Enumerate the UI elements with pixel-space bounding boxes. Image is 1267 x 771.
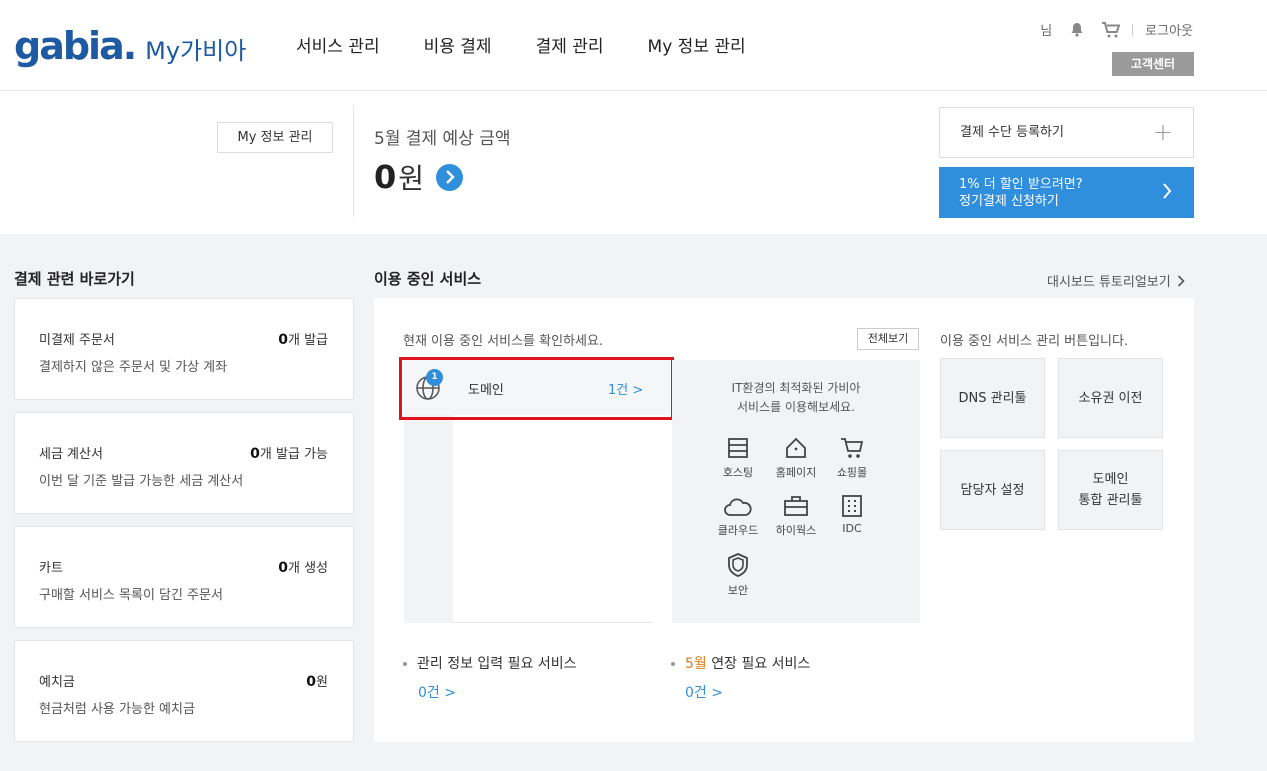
- highlight-box: [399, 357, 674, 420]
- chevron-right-icon: [1177, 274, 1185, 287]
- nav-cost-payment[interactable]: 비용 결제: [424, 36, 492, 58]
- hosting-icon: [728, 438, 748, 458]
- logout-link[interactable]: 로그아웃: [1145, 20, 1193, 39]
- divider: [1132, 23, 1134, 36]
- dns-management-button[interactable]: DNS 관리툴: [940, 358, 1045, 438]
- payment-register-label: 결제 수단 등록하기: [960, 125, 1064, 140]
- chevron-right-icon: [445, 170, 455, 184]
- promo-line-2: 정기결제 신청하기: [959, 194, 1059, 209]
- estimate-label: 5월 결제 예상 금액: [374, 129, 511, 149]
- utility-bar: 님 로그아웃: [1040, 20, 1193, 39]
- view-all-button[interactable]: 전체보기: [857, 328, 919, 350]
- domain-integrated-tool-button[interactable]: 도메인 통합 관리툴: [1058, 450, 1163, 530]
- my-gabia-title[interactable]: My가비아: [145, 31, 246, 71]
- info-required-label: 관리 정보 입력 필요 서비스: [403, 653, 576, 673]
- my-info-button[interactable]: My 정보 관리: [217, 122, 333, 153]
- card-title: 세금 계산서: [39, 447, 103, 462]
- contact-settings-button[interactable]: 담당자 설정: [940, 450, 1045, 530]
- info-required-count-link[interactable]: 0건 >: [418, 682, 456, 702]
- divider: [453, 622, 652, 623]
- card-value: 0개 생성: [278, 560, 328, 576]
- homepage-icon: [786, 437, 806, 458]
- card-tax-invoice[interactable]: 세금 계산서 0개 발급 가능 이번 달 기준 발급 가능한 세금 계산서: [14, 412, 354, 514]
- tile-hosting[interactable]: 호스팅: [708, 437, 768, 480]
- renewal-label: 5월 연장 필요 서비스: [671, 653, 810, 673]
- card-value: 0개 발급: [278, 332, 328, 348]
- estimate-detail-button[interactable]: [436, 163, 464, 191]
- plus-icon: +: [1152, 118, 1173, 146]
- card-title: 미결제 주문서: [39, 333, 115, 348]
- tile-cloud[interactable]: 클라우드: [708, 495, 768, 538]
- divider: [353, 106, 354, 217]
- estimate-number: 0: [374, 158, 397, 196]
- payment-register-button[interactable]: 결제 수단 등록하기 +: [939, 107, 1194, 158]
- management-desc: 이용 중인 서비스 관리 버튼입니다.: [940, 334, 1129, 349]
- tile-security[interactable]: 보안: [708, 553, 768, 598]
- brand-logo[interactable]: gabia.: [14, 26, 137, 66]
- cloud-icon: [724, 498, 752, 516]
- card-desc: 구매할 서비스 목록이 담긴 주문서: [39, 588, 223, 603]
- main-nav: 서비스 관리 비용 결제 결제 관리 My 정보 관리: [296, 36, 790, 58]
- tutorial-label: 대시보드 튜토리얼보기: [1047, 275, 1171, 290]
- cart-icon[interactable]: [1102, 21, 1121, 38]
- bullet-dot: [671, 662, 675, 666]
- subscription-promo-button[interactable]: 1% 더 할인 받으려면? 정기결제 신청하기: [939, 167, 1194, 218]
- user-name: 님: [1040, 24, 1053, 39]
- idc-building-icon: [842, 495, 862, 517]
- shield-icon: [728, 553, 748, 577]
- card-value: 0개 발급 가능: [250, 446, 328, 462]
- ownership-transfer-button[interactable]: 소유권 이전: [1058, 358, 1163, 438]
- promo-line-1: 1% 더 할인 받으려면?: [959, 177, 1083, 192]
- renewal-count-link[interactable]: 0건 >: [685, 682, 723, 702]
- customer-center-button[interactable]: 고객센터: [1112, 52, 1194, 76]
- card-desc: 현금처럼 사용 가능한 예치금: [39, 702, 195, 717]
- shortcuts-title: 결제 관련 바로가기: [14, 270, 135, 288]
- tile-homepage[interactable]: 홈페이지: [766, 437, 826, 480]
- nav-my-info[interactable]: My 정보 관리: [648, 36, 746, 58]
- logo[interactable]: gabia. My가비아: [14, 26, 246, 71]
- card-title: 예치금: [39, 675, 75, 690]
- service-promo-box: IT환경의 최적화된 가비아 서비스를 이용해보세요. 호스팅 홈페이지 쇼핑몰…: [672, 360, 920, 623]
- tile-idc[interactable]: IDC: [822, 495, 882, 535]
- nav-service-management[interactable]: 서비스 관리: [296, 36, 380, 58]
- services-panel: 현재 이용 중인 서비스를 확인하세요. 전체보기 1 도메인 1건 > IT환…: [374, 298, 1194, 742]
- bell-icon[interactable]: [1070, 22, 1084, 37]
- services-title: 이용 중인 서비스: [374, 270, 482, 288]
- bullet-dot: [403, 662, 407, 666]
- header: gabia. My가비아 서비스 관리 비용 결제 결제 관리 My 정보 관리…: [0, 0, 1267, 91]
- card-title: 카트: [39, 561, 63, 576]
- card-cart[interactable]: 카트 0개 생성 구매할 서비스 목록이 담긴 주문서: [14, 526, 354, 628]
- nav-payment-management[interactable]: 결제 관리: [536, 36, 604, 58]
- card-deposit[interactable]: 예치금 0원 현금처럼 사용 가능한 예치금: [14, 640, 354, 742]
- service-promo-message: IT환경의 최적화된 가비아 서비스를 이용해보세요.: [731, 381, 861, 414]
- shopping-cart-icon: [841, 438, 864, 458]
- chevron-right-icon: [1162, 183, 1172, 204]
- tutorial-link[interactable]: 대시보드 튜토리얼보기: [1047, 271, 1185, 290]
- card-unpaid-orders[interactable]: 미결제 주문서 0개 발급 결제하지 않은 주문서 및 가상 계좌: [14, 298, 354, 400]
- tile-shopping[interactable]: 쇼핑몰: [822, 437, 882, 480]
- summary-band: My 정보 관리 5월 결제 예상 금액 0 원 결제 수단 등록하기 + 1%…: [0, 91, 1267, 234]
- tile-hiworks[interactable]: 하이웍스: [766, 495, 826, 538]
- estimate-unit: 원: [398, 162, 425, 195]
- card-desc: 이번 달 기준 발급 가능한 세금 계산서: [39, 474, 244, 489]
- card-value: 0원: [306, 674, 328, 690]
- estimate-amount: 0 원: [374, 157, 464, 197]
- services-desc: 현재 이용 중인 서비스를 확인하세요.: [403, 334, 604, 349]
- card-desc: 결제하지 않은 주문서 및 가상 계좌: [39, 360, 228, 375]
- briefcase-icon: [784, 496, 808, 516]
